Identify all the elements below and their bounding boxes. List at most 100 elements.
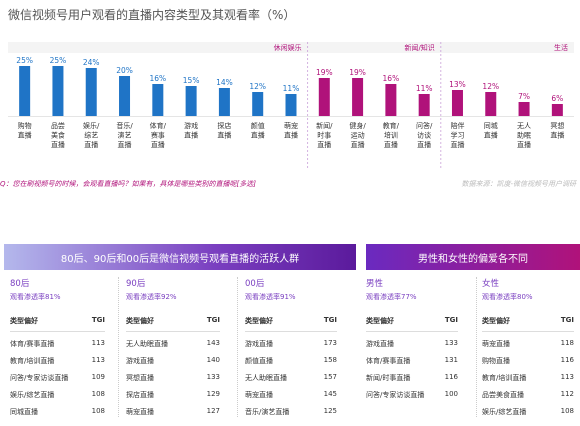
bar bbox=[485, 92, 497, 116]
category-label: 直播 bbox=[151, 140, 165, 149]
group-label: 新闻/知识 bbox=[404, 43, 434, 52]
row-type: 萌宠直播 bbox=[245, 391, 273, 399]
bar bbox=[551, 104, 563, 116]
row-type: 娱乐/综艺直播 bbox=[482, 408, 527, 416]
bar bbox=[52, 66, 64, 116]
row-tgi: 125 bbox=[323, 407, 337, 415]
header-type: 类型偏好 bbox=[482, 317, 510, 325]
audience-group: 男性 观看渗透率77% 类型偏好 TGI 游戏直播 133 体育/赛事直播 131 新闻/时事直… bbox=[366, 277, 458, 400]
row-tgi: 129 bbox=[206, 390, 220, 398]
table-row: 无人助眠直播 143 bbox=[126, 339, 220, 349]
table-row: 教育/培训直播 113 bbox=[482, 373, 574, 383]
bar-value-label: 20% bbox=[116, 66, 133, 75]
row-type: 教育/培训直播 bbox=[482, 374, 527, 382]
table-row: 娱乐/综艺直播 108 bbox=[10, 390, 105, 400]
penetration-rate: 观看渗透率81% bbox=[10, 293, 61, 301]
category-label: 直播 bbox=[417, 140, 431, 149]
category-label: 美食 bbox=[51, 131, 65, 140]
table-row: 游戏直播 133 bbox=[366, 339, 458, 349]
category-label: 游戏 bbox=[184, 121, 198, 130]
bar bbox=[152, 84, 164, 116]
bar-value-label: 12% bbox=[482, 82, 499, 91]
table-row: 游戏直播 173 bbox=[245, 339, 337, 349]
category-label: 直播 bbox=[84, 140, 98, 149]
category-label: 演艺 bbox=[118, 131, 132, 140]
row-tgi: 173 bbox=[323, 339, 337, 347]
group-name: 男性 bbox=[366, 279, 384, 289]
bar-chart: 休闲娱乐 新闻/知识 生活25%购物直播25%品尝美食直播24%娱乐/综艺直播20%… bbox=[8, 42, 574, 170]
category-label: 新闻/ bbox=[316, 121, 333, 130]
row-tgi: 109 bbox=[91, 373, 105, 381]
row-type: 体育/赛事直播 bbox=[10, 340, 55, 348]
group-name: 80后 bbox=[10, 279, 30, 289]
row-type: 购物直播 bbox=[482, 357, 510, 365]
penetration-rate: 观看渗透率80% bbox=[482, 293, 533, 301]
column-divider bbox=[476, 277, 477, 417]
bar-value-label: 11% bbox=[416, 84, 433, 93]
table-row: 探店直播 129 bbox=[126, 390, 220, 400]
data-source: 数据来源：凯度-微信视频号用户调研 bbox=[461, 180, 576, 188]
row-tgi: 133 bbox=[206, 373, 220, 381]
category-label: 直播 bbox=[450, 140, 464, 149]
category-label: 直播 bbox=[384, 140, 398, 149]
row-tgi: 108 bbox=[91, 407, 105, 415]
category-label: 直播 bbox=[517, 140, 531, 149]
group-name: 00后 bbox=[245, 279, 265, 289]
bar-value-label: 15% bbox=[183, 76, 200, 85]
row-tgi: 133 bbox=[444, 339, 458, 347]
category-label: 直播 bbox=[351, 140, 365, 149]
category-label: 陪伴 bbox=[450, 121, 464, 130]
table-row: 萌宠直播 145 bbox=[245, 390, 337, 400]
category-label: 无人 bbox=[517, 122, 531, 130]
survey-question: Q：您在刷视频号的时候，会观看直播吗？如果有，具体是哪些类别的直播呢[多选] bbox=[0, 180, 256, 188]
row-type: 游戏直播 bbox=[126, 357, 154, 365]
table-header: 类型偏好 TGI bbox=[10, 316, 105, 332]
row-tgi: 112 bbox=[560, 390, 574, 398]
table-row: 颜值直播 158 bbox=[245, 356, 337, 366]
bar-value-label: 19% bbox=[316, 68, 333, 77]
row-type: 新闻/时事直播 bbox=[366, 374, 411, 382]
category-label: 直播 bbox=[184, 131, 198, 140]
table-row: 音乐/演艺直播 125 bbox=[245, 407, 337, 417]
table-row: 冥想直播 133 bbox=[126, 373, 220, 383]
table-row: 教育/培训直播 113 bbox=[10, 356, 105, 366]
table-row: 娱乐/综艺直播 108 bbox=[482, 407, 574, 417]
table-row: 问答/专家访谈直播 100 bbox=[366, 390, 458, 400]
group-label: 休闲娱乐 bbox=[274, 43, 302, 52]
category-label: 直播 bbox=[251, 131, 265, 140]
header-type: 类型偏好 bbox=[126, 317, 154, 325]
category-label: 学习 bbox=[450, 131, 464, 140]
group-label: 生活 bbox=[554, 43, 568, 52]
category-label: 直播 bbox=[118, 140, 132, 149]
table-header: 类型偏好 TGI bbox=[482, 316, 574, 332]
row-type: 萌宠直播 bbox=[126, 408, 154, 416]
bar-value-label: 6% bbox=[551, 94, 563, 103]
row-type: 音乐/演艺直播 bbox=[245, 408, 290, 416]
row-type: 冥想直播 bbox=[126, 374, 154, 382]
row-tgi: 116 bbox=[560, 356, 574, 364]
row-tgi: 127 bbox=[206, 407, 220, 415]
category-label: 音乐/ bbox=[116, 121, 133, 130]
age-section-title: 80后、90后和00后是微信视频号观看直播的活跃人群 bbox=[4, 244, 356, 270]
row-type: 问答/专家访谈直播 bbox=[366, 391, 425, 399]
category-label: 培训 bbox=[384, 131, 398, 140]
category-label: 运动 bbox=[351, 131, 365, 140]
bar-value-label: 19% bbox=[349, 68, 366, 77]
bar-value-label: 7% bbox=[518, 92, 530, 101]
bar-value-label: 24% bbox=[83, 58, 100, 67]
category-label: 助眠 bbox=[517, 131, 531, 140]
bar bbox=[252, 92, 264, 116]
category-label: 冥想 bbox=[550, 121, 564, 130]
category-label: 萌宠 bbox=[284, 121, 298, 130]
row-type: 探店直播 bbox=[126, 391, 154, 399]
row-type: 体育/赛事直播 bbox=[366, 357, 411, 365]
bar bbox=[451, 90, 463, 116]
table-row: 体育/赛事直播 131 bbox=[366, 356, 458, 366]
header-tgi: TGI bbox=[560, 316, 574, 324]
bar bbox=[518, 102, 530, 116]
header-type: 类型偏好 bbox=[10, 317, 38, 325]
table-row: 问答/专家访谈直播 109 bbox=[10, 373, 105, 383]
bar bbox=[285, 94, 297, 116]
column-divider bbox=[118, 277, 119, 417]
bar-value-label: 14% bbox=[216, 78, 233, 87]
